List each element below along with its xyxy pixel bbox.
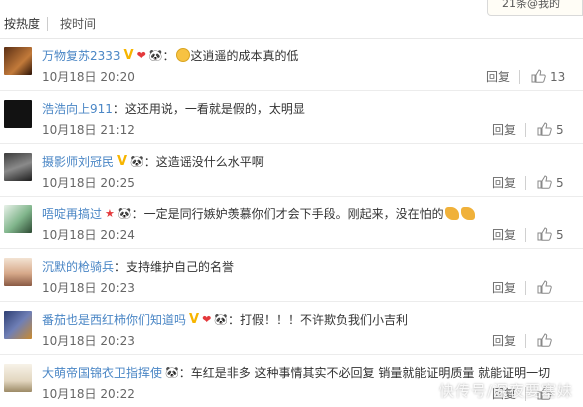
username-link[interactable]: 大萌帝国锦衣卫指挥使 <box>42 366 162 380</box>
reply-button[interactable]: 回复 <box>492 333 516 349</box>
like-count: 5 <box>556 123 564 137</box>
thumbs-up-icon[interactable] <box>536 121 552 137</box>
comment-date: 10月18日 20:22 <box>42 387 135 401</box>
like-count: 5 <box>556 176 564 190</box>
comment-date: 10月18日 20:20 <box>42 70 135 84</box>
avatar[interactable] <box>4 153 32 181</box>
comment-text: ：这造谣没什么水平啊 <box>143 155 264 169</box>
divider <box>525 123 526 137</box>
divider <box>525 281 526 295</box>
comment-line: 番茄也是西红柿你们知道吗 V ❤ 🐼：打假！！！不许欺负我们小吉利 <box>42 311 408 329</box>
watermark: 快传号/深夜要塞妹 <box>438 382 573 400</box>
comment-text: 一定是同行嫉妒羡慕你们才会下手段。刚起来，没在怕的 <box>143 207 444 221</box>
avatar[interactable] <box>4 100 32 128</box>
username-link[interactable]: 浩浩向上911 <box>42 102 113 116</box>
like-count: 13 <box>550 70 566 84</box>
reply-button[interactable]: 回复 <box>492 122 516 138</box>
comment-text: ：车红是非多 这种事情其实不必回复 销量就能证明质量 就能证明一切 <box>178 366 551 380</box>
comment-text: ：支持维护自己的名誉 <box>114 260 235 274</box>
comment-row: 万物复苏2333 V ❤ 🐼： 这逍遥的成本真的低 10月18日 20:20 回复 13 <box>0 38 583 91</box>
comment-date: 10月18日 21:12 <box>42 123 135 137</box>
star-badge-icon: ★ <box>105 207 115 220</box>
thumbs-up-icon[interactable] <box>536 332 552 348</box>
avatar[interactable] <box>4 258 32 286</box>
thumbs-up-icon[interactable] <box>536 226 552 242</box>
divider <box>525 334 526 348</box>
reply-button[interactable]: 回复 <box>492 175 516 191</box>
divider <box>525 228 526 242</box>
comment-row: 摄影师刘冠民 V 🐼：这造谣没什么水平啊 10月18日 20:25 回复 5 <box>0 144 583 197</box>
avatar[interactable] <box>4 311 32 339</box>
reply-button[interactable]: 回复 <box>492 280 516 296</box>
avatar[interactable] <box>4 47 32 75</box>
comment-row: 番茄也是西红柿你们知道吗 V ❤ 🐼：打假！！！不许欺负我们小吉利 10月18日 20… <box>0 302 583 355</box>
clap-emoji-icon <box>460 207 475 220</box>
mention-notice[interactable]: 21条@我的 <box>487 0 583 16</box>
panda-icon: 🐼 <box>148 49 163 62</box>
username-link[interactable]: 万物复苏2333 <box>42 49 121 63</box>
comment-line: 摄影师刘冠民 V 🐼：这造谣没什么水平啊 <box>42 153 264 171</box>
clap-emoji-icon <box>444 207 459 220</box>
comment-line: 唔啶再搞过 ★ 🐼：一定是同行嫉妒羡慕你们才会下手段。刚起来，没在怕的 <box>42 205 476 223</box>
verified-v-icon: V <box>189 312 200 327</box>
reply-button[interactable]: 回复 <box>492 227 516 243</box>
panda-icon: 🐼 <box>117 207 132 220</box>
colon: ： <box>162 49 175 63</box>
comment-date: 10月18日 20:24 <box>42 228 135 242</box>
fan-heart-icon: ❤ <box>136 49 146 62</box>
verified-v-icon: V <box>123 48 134 63</box>
panda-icon: 🐼 <box>165 366 179 379</box>
verified-v-icon: V <box>117 154 128 169</box>
username-link[interactable]: 摄影师刘冠民 <box>42 155 114 169</box>
comment-text: 这逍遥的成本真的低 <box>190 49 299 63</box>
sort-by-hot-tab[interactable]: 按热度 <box>4 16 40 32</box>
reply-button[interactable]: 回复 <box>486 69 510 85</box>
comment-line: 浩浩向上911：这还用说，一看就是假的，太明显 <box>42 100 305 118</box>
divider <box>47 17 48 31</box>
comment-line: 万物复苏2333 V ❤ 🐼： 这逍遥的成本真的低 <box>42 47 299 65</box>
sort-by-time-tab[interactable]: 按时间 <box>60 16 96 32</box>
username-link[interactable]: 番茄也是西红柿你们知道吗 <box>42 313 186 327</box>
comment-row: 沉默的枪骑兵：支持维护自己的名誉 10月18日 20:23 回复 <box>0 249 583 302</box>
divider <box>519 70 520 84</box>
comment-row: 唔啶再搞过 ★ 🐼：一定是同行嫉妒羡慕你们才会下手段。刚起来，没在怕的 10月18日… <box>0 196 583 249</box>
comment-row: 浩浩向上911：这还用说，一看就是假的，太明显 10月18日 21:12 回复 … <box>0 91 583 144</box>
comment-date: 10月18日 20:23 <box>42 281 135 295</box>
comment-text: ：打假！！！不许欺负我们小吉利 <box>228 313 409 327</box>
comment-date: 10月18日 20:25 <box>42 176 135 190</box>
like-count: 5 <box>556 228 564 242</box>
divider <box>525 176 526 190</box>
comment-text: ：这还用说，一看就是假的，太明显 <box>112 102 305 116</box>
panda-icon: 🐼 <box>130 155 144 168</box>
sort-bar: 按热度 按时间 21条@我的 <box>0 0 583 39</box>
smile-emoji-icon <box>175 48 190 62</box>
username-link[interactable]: 沉默的枪骑兵 <box>42 260 114 274</box>
thumbs-up-icon[interactable] <box>536 279 552 295</box>
colon: ： <box>131 207 144 221</box>
comment-line: 沉默的枪骑兵：支持维护自己的名誉 <box>42 258 234 276</box>
comment-date: 10月18日 20:23 <box>42 334 135 348</box>
avatar[interactable] <box>4 205 32 233</box>
thumbs-up-icon[interactable] <box>530 68 546 84</box>
panda-icon: 🐼 <box>214 313 228 326</box>
thumbs-up-icon[interactable] <box>536 174 552 190</box>
fan-heart-icon: ❤ <box>202 313 212 326</box>
username-link[interactable]: 唔啶再搞过 <box>42 207 102 221</box>
avatar[interactable] <box>4 364 32 392</box>
